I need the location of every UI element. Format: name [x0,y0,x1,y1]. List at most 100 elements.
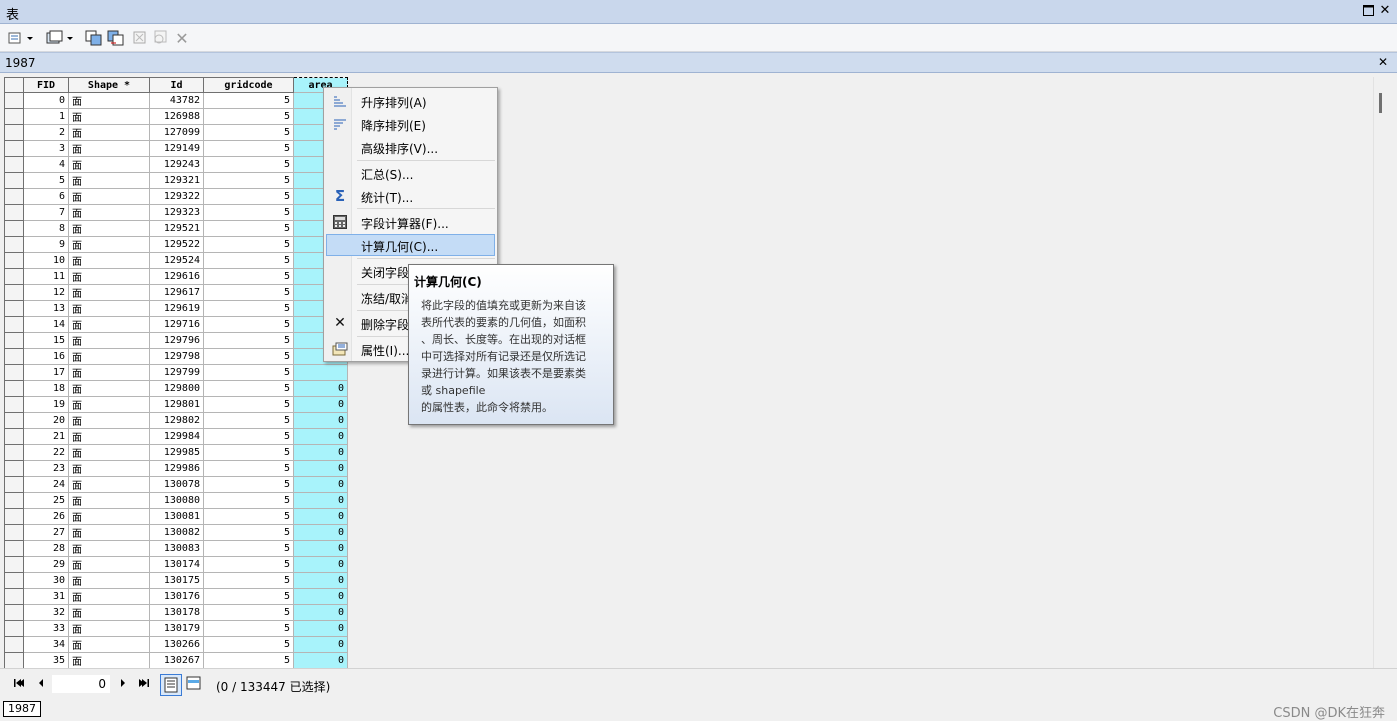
cell-shape[interactable]: 面 [68,652,150,669]
cell-shape[interactable]: 面 [68,252,150,269]
cell-area[interactable]: 0 [293,492,348,509]
cell-gridcode[interactable]: 5 [203,220,294,237]
cell-shape[interactable]: 面 [68,364,150,381]
row-selector[interactable] [4,316,24,333]
menu-item-sort-descending[interactable]: 降序排列(E) [326,113,495,135]
cell-id[interactable]: 129617 [149,284,204,301]
cell-area[interactable]: 0 [293,588,348,605]
cell-area[interactable]: 0 [293,444,348,461]
row-selector[interactable] [4,108,24,125]
cell-area[interactable]: 0 [293,636,348,653]
table-row[interactable]: 7 面 129323 5 [4,204,348,221]
table-row[interactable]: 10 面 129524 5 [4,252,348,269]
cell-fid[interactable]: 13 [23,300,69,317]
cell-gridcode[interactable]: 5 [203,172,294,189]
cell-shape[interactable]: 面 [68,620,150,637]
select-by-attributes-icon[interactable] [84,29,104,47]
cell-id[interactable]: 130176 [149,588,204,605]
cell-gridcode[interactable]: 5 [203,332,294,349]
table-row[interactable]: 31 面 130176 5 0 [4,588,348,605]
cell-shape[interactable]: 面 [68,412,150,429]
cell-area[interactable]: 0 [293,396,348,413]
row-selector[interactable] [4,204,24,221]
cell-shape[interactable]: 面 [68,156,150,173]
last-record-icon[interactable] [137,678,151,692]
table-row[interactable]: 16 面 129798 5 [4,348,348,365]
cell-id[interactable]: 129800 [149,380,204,397]
cell-fid[interactable]: 15 [23,332,69,349]
cell-fid[interactable]: 30 [23,572,69,589]
cell-fid[interactable]: 24 [23,476,69,493]
cell-area[interactable]: 0 [293,604,348,621]
row-selector[interactable] [4,620,24,637]
menu-item-statistics[interactable]: Σ 统计(T)... [326,185,495,207]
cell-gridcode[interactable]: 5 [203,380,294,397]
cell-fid[interactable]: 8 [23,220,69,237]
table-row[interactable]: 25 面 130080 5 0 [4,492,348,509]
row-selector[interactable] [4,412,24,429]
cell-id[interactable]: 130080 [149,492,204,509]
column-header-id[interactable]: Id [149,77,204,93]
cell-area[interactable]: 0 [293,460,348,477]
cell-id[interactable]: 129798 [149,348,204,365]
table-row[interactable]: 27 面 130082 5 0 [4,524,348,541]
row-selector[interactable] [4,124,24,141]
cell-id[interactable]: 130175 [149,572,204,589]
cell-fid[interactable]: 20 [23,412,69,429]
table-row[interactable]: 11 面 129616 5 [4,268,348,285]
cell-shape[interactable]: 面 [68,444,150,461]
cell-gridcode[interactable]: 5 [203,92,294,109]
cell-fid[interactable]: 29 [23,556,69,573]
column-header-shape[interactable]: Shape * [68,77,150,93]
cell-shape[interactable]: 面 [68,604,150,621]
cell-gridcode[interactable]: 5 [203,108,294,125]
row-selector[interactable] [4,348,24,365]
row-selector[interactable] [4,364,24,381]
cell-gridcode[interactable]: 5 [203,348,294,365]
row-selector[interactable] [4,524,24,541]
cell-shape[interactable]: 面 [68,428,150,445]
table-row[interactable]: 33 面 130179 5 0 [4,620,348,637]
cell-area[interactable]: 0 [293,476,348,493]
cell-id[interactable]: 129321 [149,172,204,189]
cell-fid[interactable]: 33 [23,620,69,637]
row-selector[interactable] [4,284,24,301]
cell-area[interactable]: 0 [293,572,348,589]
cell-shape[interactable]: 面 [68,140,150,157]
cell-shape[interactable]: 面 [68,588,150,605]
cell-id[interactable]: 129716 [149,316,204,333]
cell-shape[interactable]: 面 [68,316,150,333]
cell-gridcode[interactable]: 5 [203,412,294,429]
cell-id[interactable]: 130178 [149,604,204,621]
cell-id[interactable]: 130267 [149,652,204,669]
cell-id[interactable]: 129322 [149,188,204,205]
table-row[interactable]: 21 面 129984 5 0 [4,428,348,445]
row-selector[interactable] [4,156,24,173]
row-selector-header[interactable] [4,77,24,93]
cell-id[interactable]: 130266 [149,636,204,653]
cell-gridcode[interactable]: 5 [203,188,294,205]
cell-gridcode[interactable]: 5 [203,604,294,621]
table-row[interactable]: 0 面 43782 5 [4,92,348,109]
cell-fid[interactable]: 1 [23,108,69,125]
cell-area[interactable]: 0 [293,620,348,637]
row-selector[interactable] [4,396,24,413]
previous-record-icon[interactable] [34,678,48,692]
cell-fid[interactable]: 18 [23,380,69,397]
maximize-icon[interactable] [1361,5,1375,19]
cell-gridcode[interactable]: 5 [203,316,294,333]
cell-gridcode[interactable]: 5 [203,588,294,605]
switch-selection-icon[interactable] [106,29,126,47]
row-selector[interactable] [4,140,24,157]
row-selector[interactable] [4,236,24,253]
cell-fid[interactable]: 16 [23,348,69,365]
cell-id[interactable]: 129986 [149,460,204,477]
cell-id[interactable]: 126988 [149,108,204,125]
row-selector[interactable] [4,300,24,317]
cell-gridcode[interactable]: 5 [203,156,294,173]
cell-id[interactable]: 129149 [149,140,204,157]
cell-fid[interactable]: 0 [23,92,69,109]
cell-shape[interactable]: 面 [68,108,150,125]
cell-gridcode[interactable]: 5 [203,508,294,525]
next-record-icon[interactable] [116,678,130,692]
